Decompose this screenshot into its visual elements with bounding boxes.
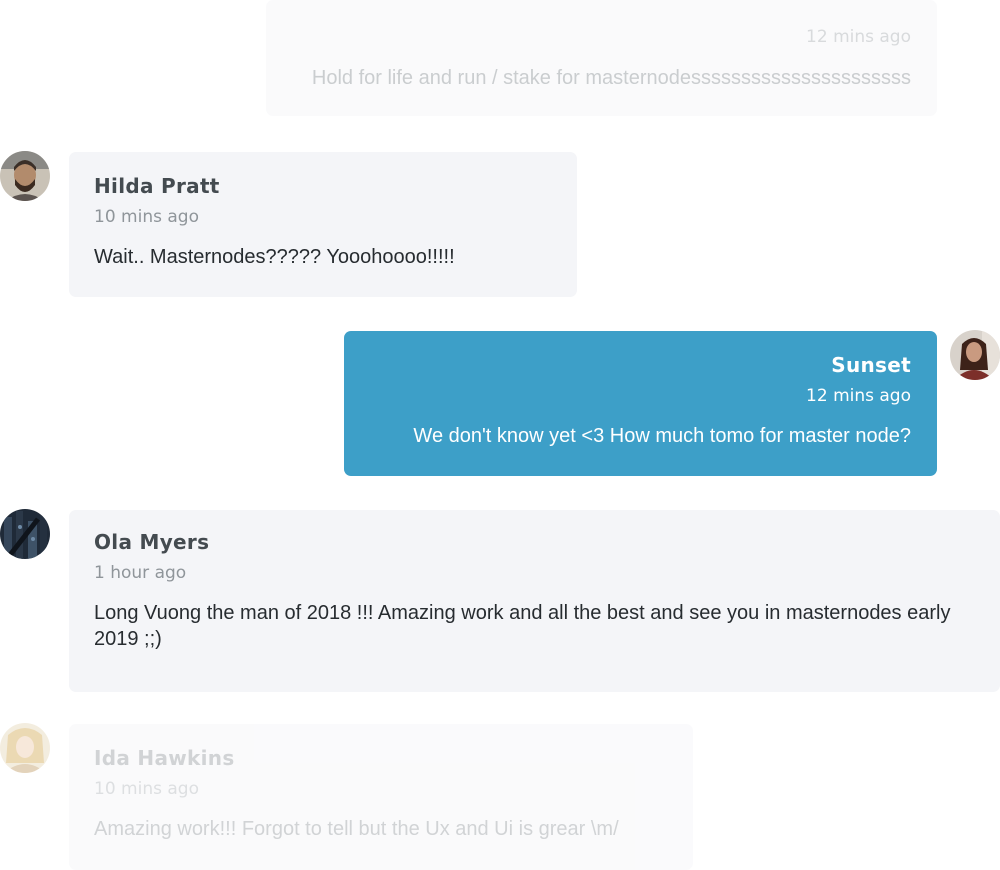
woman-portrait-avatar-icon (950, 330, 1000, 380)
chat-thread: 12 mins ago Hold for life and run / stak… (0, 0, 1000, 870)
message-timestamp: 12 mins ago (806, 386, 911, 406)
message-bubble-incoming[interactable]: Hilda Pratt 10 mins ago Wait.. Masternod… (69, 152, 577, 297)
message-bubble-outgoing[interactable]: Sunset 12 mins ago We don't know yet <3 … (344, 331, 937, 476)
message-bubble-incoming[interactable]: Ola Myers 1 hour ago Long Vuong the man … (69, 510, 1000, 692)
message-timestamp: 10 mins ago (94, 779, 199, 799)
avatar[interactable] (0, 151, 50, 201)
message-text: Amazing work!!! Forgot to tell but the U… (94, 818, 619, 840)
avatar[interactable] (950, 330, 1000, 380)
avatar[interactable] (0, 509, 50, 559)
message-text: We don't know yet <3 How much tomo for m… (413, 425, 911, 447)
message-bubble-outgoing[interactable]: 12 mins ago Hold for life and run / stak… (266, 0, 937, 116)
sender-name: Hilda Pratt (94, 174, 220, 198)
message-timestamp: 12 mins ago (806, 27, 911, 47)
message-timestamp: 10 mins ago (94, 207, 199, 227)
sender-name: Ida Hawkins (94, 746, 235, 770)
light-portrait-avatar-icon (0, 723, 50, 773)
message-bubble-incoming[interactable]: Ida Hawkins 10 mins ago Amazing work!!! … (69, 724, 693, 870)
man-with-beard-avatar-icon (0, 151, 50, 201)
dark-city-avatar-icon (0, 509, 50, 559)
avatar[interactable] (0, 723, 50, 773)
message-text: Hold for life and run / stake for master… (311, 67, 911, 89)
sender-name: Sunset (831, 353, 911, 377)
message-text: Wait.. Masternodes????? Yooohoooo!!!!! (94, 246, 455, 268)
message-text: Long Vuong the man of 2018 !!! Amazing w… (94, 602, 951, 650)
sender-name: Ola Myers (94, 530, 210, 554)
message-timestamp: 1 hour ago (94, 563, 187, 583)
